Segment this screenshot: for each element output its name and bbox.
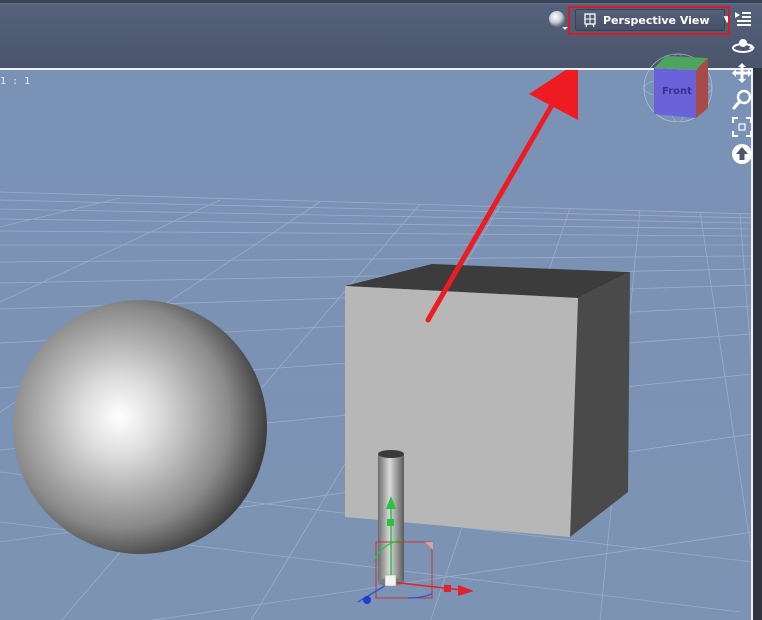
frame-icon[interactable]	[731, 116, 753, 138]
viewport-tool-strip	[728, 0, 762, 620]
highlight-box	[568, 6, 730, 35]
translate-icon[interactable]	[731, 62, 753, 84]
navigation-cube[interactable]: Front	[640, 52, 716, 123]
nav-cube-face-label: Front	[662, 86, 692, 97]
zoom-icon[interactable]	[731, 89, 753, 111]
pane-options-icon[interactable]	[732, 8, 754, 30]
scene-canvas[interactable]	[0, 70, 753, 620]
orbit-icon[interactable]	[730, 36, 755, 58]
reset-view-icon[interactable]	[731, 143, 753, 165]
3d-viewport[interactable]: 1 : 1	[0, 68, 753, 620]
header-rim	[0, 0, 762, 3]
aspect-ratio-label: 1 : 1	[0, 76, 31, 87]
sphere-object[interactable]	[13, 300, 267, 554]
